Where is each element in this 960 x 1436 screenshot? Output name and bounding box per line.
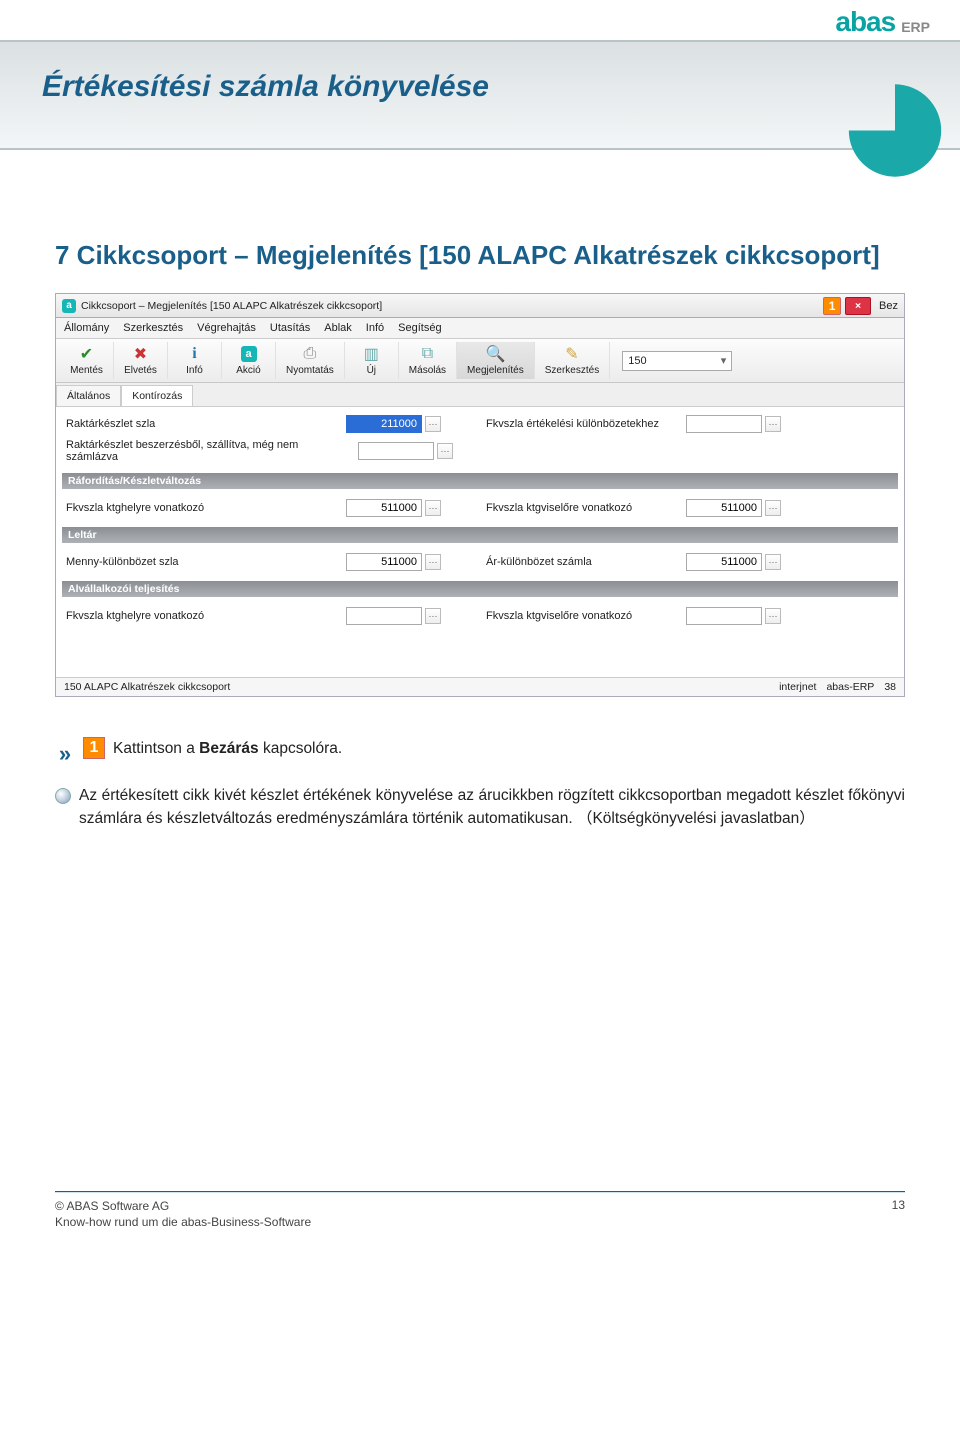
toolbar: ✔Mentés ✖Elvetés iInfó aAkció ⎙Nyomtatás… bbox=[56, 339, 904, 383]
field-label: Raktárkészlet beszerzésből, szállítva, m… bbox=[66, 439, 346, 463]
magnifier-icon: 🔍 bbox=[485, 345, 505, 363]
banner: Értékesítési számla könyvelése bbox=[0, 40, 960, 200]
menu-item[interactable]: Utasítás bbox=[270, 322, 310, 334]
window-title-text: Cikkcsoport – Megjelenítés [150 ALAPC Al… bbox=[81, 300, 382, 312]
costcarrier-input[interactable] bbox=[686, 499, 762, 517]
field-label: Fkvszla ktghelyre vonatkozó bbox=[66, 502, 346, 514]
qty-diff-input[interactable] bbox=[346, 553, 422, 571]
valuation-diff-input[interactable] bbox=[686, 415, 762, 433]
subcon-costcarrier-input[interactable] bbox=[686, 607, 762, 625]
pencil-icon: ✎ bbox=[565, 345, 578, 363]
section-header: Leltár bbox=[62, 527, 898, 543]
lookup-icon[interactable]: ⋯ bbox=[425, 554, 441, 570]
action-button[interactable]: aAkció bbox=[222, 342, 276, 379]
instruction-text: Kattintson a bbox=[113, 740, 199, 757]
edit-button[interactable]: ✎Szerkesztés bbox=[535, 342, 610, 379]
bez-label: Bez bbox=[875, 300, 898, 312]
lookup-icon[interactable]: ⋯ bbox=[765, 416, 781, 432]
window-titlebar: a Cikkcsoport – Megjelenítés [150 ALAPC … bbox=[56, 294, 904, 318]
bullet-icon bbox=[55, 788, 71, 804]
copy-icon: ⧉ bbox=[422, 345, 433, 363]
printer-icon: ⎙ bbox=[303, 345, 316, 363]
subcon-costcenter-input[interactable] bbox=[346, 607, 422, 625]
copy-button[interactable]: ⧉Másolás bbox=[399, 342, 457, 379]
instruction-text: kapcsolóra. bbox=[259, 740, 343, 757]
brand-logo-text: abas bbox=[835, 6, 895, 38]
status-seg: interjnet bbox=[779, 681, 816, 693]
save-button[interactable]: ✔Mentés bbox=[60, 342, 114, 379]
document-icon: ▥ bbox=[364, 345, 379, 363]
quick-search-dropdown[interactable]: 150▾ bbox=[622, 351, 732, 371]
stock-account-input[interactable] bbox=[346, 415, 422, 433]
tagline: Know-how rund um die abas-Business-Softw… bbox=[55, 1214, 311, 1231]
info-icon: i bbox=[192, 345, 196, 363]
section-header: Ráfordítás/Készletváltozás bbox=[62, 473, 898, 489]
field-label: Fkvszla értékelési különbözetekhez bbox=[486, 418, 686, 430]
status-seg: 38 bbox=[884, 681, 896, 693]
status-left: 150 ALAPC Alkatrészek cikkcsoport bbox=[64, 681, 230, 693]
view-button[interactable]: 🔍Megjelenítés bbox=[457, 342, 535, 379]
status-seg: abas-ERP bbox=[826, 681, 874, 693]
action-icon: a bbox=[241, 345, 257, 363]
menu-item[interactable]: Állomány bbox=[64, 322, 109, 334]
instruction-text: Az értékesített cikk kivét készlet érték… bbox=[79, 784, 905, 831]
app-icon: a bbox=[62, 299, 76, 313]
lookup-icon[interactable]: ⋯ bbox=[765, 554, 781, 570]
tab-general[interactable]: Általános bbox=[56, 385, 121, 406]
print-button[interactable]: ⎙Nyomtatás bbox=[276, 342, 345, 379]
info-button[interactable]: iInfó bbox=[168, 342, 222, 379]
stock-purchase-input[interactable] bbox=[358, 442, 434, 460]
lookup-icon[interactable]: ⋯ bbox=[425, 608, 441, 624]
copyright: © ABAS Software AG bbox=[55, 1198, 311, 1215]
instruction-line-2: Az értékesített cikk kivét készlet érték… bbox=[55, 784, 905, 831]
discard-button[interactable]: ✖Elvetés bbox=[114, 342, 168, 379]
x-icon: ✖ bbox=[134, 345, 147, 363]
field-label: Ár-különbözet számla bbox=[486, 556, 686, 568]
lookup-icon[interactable]: ⋯ bbox=[765, 500, 781, 516]
price-diff-input[interactable] bbox=[686, 553, 762, 571]
menu-item[interactable]: Infó bbox=[366, 322, 384, 334]
field-label: Fkvszla ktgviselőre vonatkozó bbox=[486, 502, 686, 514]
menu-item[interactable]: Szerkesztés bbox=[123, 322, 183, 334]
top-logo: abas ERP bbox=[0, 0, 960, 40]
lookup-icon[interactable]: ⋯ bbox=[425, 500, 441, 516]
field-label: Raktárkészlet szla bbox=[66, 418, 346, 430]
form-body: Raktárkészlet szla ⋯ Fkvszla értékelési … bbox=[56, 407, 904, 677]
app-window: a Cikkcsoport – Megjelenítés [150 ALAPC … bbox=[55, 293, 905, 697]
check-icon: ✔ bbox=[80, 345, 93, 363]
lookup-icon[interactable]: ⋯ bbox=[765, 608, 781, 624]
chevron-down-icon: ▾ bbox=[721, 354, 727, 367]
field-label: Fkvszla ktghelyre vonatkozó bbox=[66, 610, 346, 622]
tab-accounting[interactable]: Kontírozás bbox=[121, 385, 193, 406]
close-button[interactable]: × bbox=[845, 297, 871, 315]
menu-bar: Állomány Szerkesztés Végrehajtás Utasítá… bbox=[56, 318, 904, 339]
section-heading: 7 Cikkcsoport – Megjelenítés [150 ALAPC … bbox=[55, 240, 905, 271]
lookup-icon[interactable]: ⋯ bbox=[437, 443, 453, 459]
callout-badge-1: 1 bbox=[83, 737, 105, 759]
brand-mark-icon bbox=[840, 70, 950, 180]
page-number: 13 bbox=[892, 1198, 905, 1232]
instruction-line-1: » 1 Kattintson a Bezárás kapcsolóra. bbox=[55, 737, 905, 770]
arrow-icon: » bbox=[55, 737, 75, 770]
lookup-icon[interactable]: ⋯ bbox=[425, 416, 441, 432]
field-label: Menny-különbözet szla bbox=[66, 556, 346, 568]
footer: © ABAS Software AG Know-how rund um die … bbox=[0, 1192, 960, 1250]
status-bar: 150 ALAPC Alkatrészek cikkcsoport interj… bbox=[56, 677, 904, 696]
menu-item[interactable]: Ablak bbox=[324, 322, 352, 334]
new-button[interactable]: ▥Új bbox=[345, 342, 399, 379]
costcenter-input[interactable] bbox=[346, 499, 422, 517]
menu-item[interactable]: Végrehajtás bbox=[197, 322, 256, 334]
section-header: Alvállalkozói teljesítés bbox=[62, 581, 898, 597]
page-title: Értékesítési számla könyvelése bbox=[42, 70, 489, 104]
menu-item[interactable]: Segítség bbox=[398, 322, 441, 334]
callout-badge-1: 1 bbox=[823, 297, 841, 315]
brand-sub: ERP bbox=[901, 19, 930, 35]
tabs: Általános Kontírozás bbox=[56, 383, 904, 407]
field-label: Fkvszla ktgviselőre vonatkozó bbox=[486, 610, 686, 622]
instruction-bold: Bezárás bbox=[199, 740, 258, 757]
